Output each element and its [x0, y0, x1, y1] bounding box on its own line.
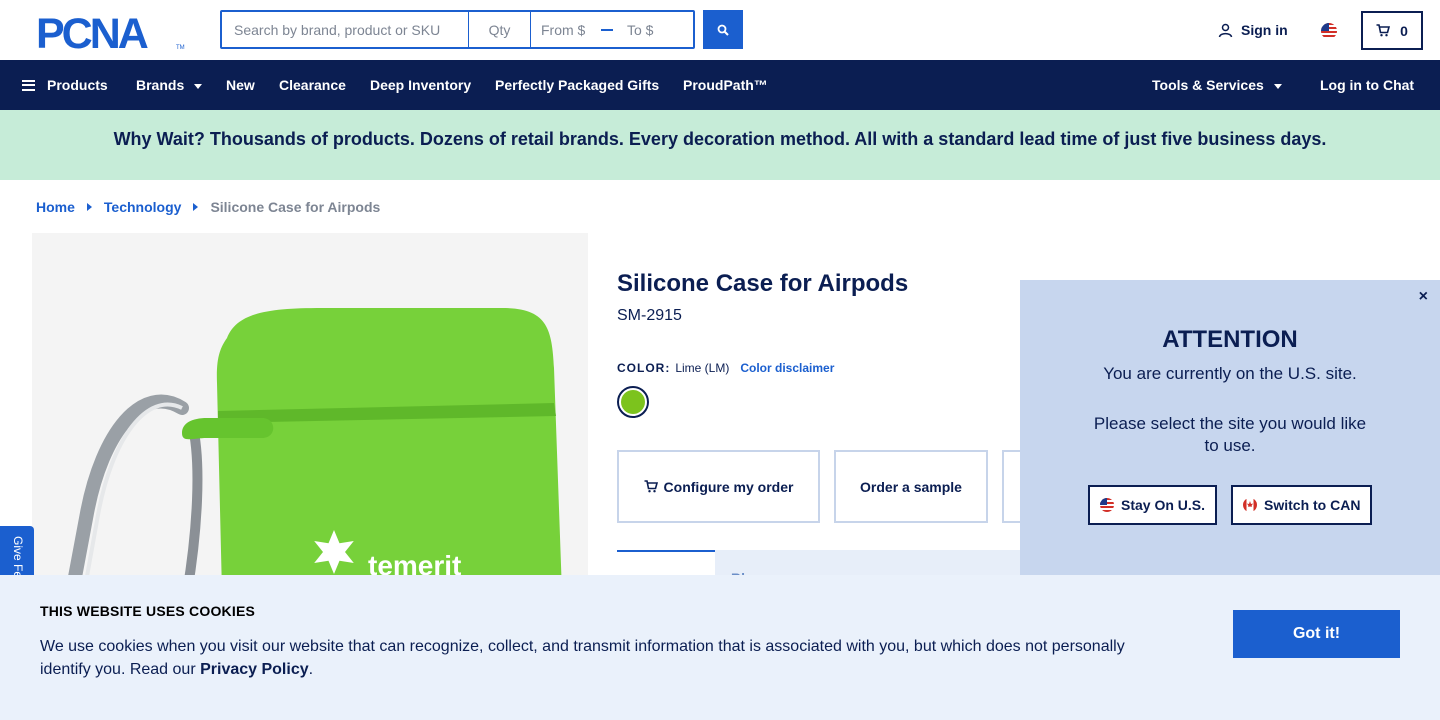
price-to-input[interactable] [627, 21, 683, 38]
breadcrumb-technology[interactable]: Technology [104, 199, 182, 215]
cart-count: 0 [1400, 22, 1408, 39]
color-value: Lime (LM) [675, 361, 730, 375]
breadcrumb-separator-icon [193, 203, 199, 211]
cart-icon [1376, 24, 1391, 37]
privacy-policy-link[interactable]: Privacy Policy [200, 661, 309, 678]
color-swatch-lime[interactable] [617, 386, 649, 418]
attention-message: You are currently on the U.S. site. [1103, 364, 1357, 383]
swatch-fill [621, 390, 645, 414]
canada-flag-icon [1243, 498, 1257, 512]
logo-text: PCNA [36, 11, 148, 51]
chevron-down-icon [1273, 84, 1282, 89]
cookie-text-end: . [308, 661, 314, 678]
hamburger-icon [22, 79, 35, 91]
site-select-popup: × ATTENTION You are currently on the U.S… [1020, 280, 1440, 580]
order-sample-button[interactable]: Order a sample [834, 450, 988, 523]
color-disclaimer-link[interactable]: Color disclaimer [740, 361, 834, 375]
us-flag-icon[interactable] [1321, 23, 1337, 39]
qty-input[interactable] [469, 12, 531, 47]
chevron-down-icon [194, 84, 203, 89]
switch-can-button[interactable]: Switch to CAN [1231, 485, 1373, 525]
promo-banner: Why Wait? Thousands of products. Dozens … [0, 110, 1440, 180]
switch-can-label: Switch to CAN [1264, 497, 1361, 513]
stay-us-button[interactable]: Stay On U.S. [1088, 485, 1218, 525]
us-flag-icon [1100, 498, 1114, 512]
breadcrumb-home[interactable]: Home [36, 199, 75, 215]
user-icon [1218, 23, 1233, 37]
pcna-logo[interactable]: PCNA TM [36, 11, 186, 51]
nav-brands-label: Brands [136, 77, 185, 93]
promo-text: Why Wait? Thousands of products. Dozens … [113, 129, 1327, 149]
price-from-input[interactable] [541, 21, 597, 38]
cookie-text: We use cookies when you visit our websit… [40, 635, 1150, 681]
svg-text:TM: TM [176, 45, 185, 51]
product-title: Silicone Case for Airpods [617, 270, 909, 297]
sign-in-link[interactable]: Sign in [1218, 22, 1288, 38]
search-bar [220, 10, 695, 49]
cart-icon [644, 480, 658, 493]
breadcrumb: Home Technology Silicone Case for Airpod… [36, 199, 380, 215]
order-sample-label: Order a sample [860, 478, 962, 495]
airpods-case-illustration: temerit [32, 233, 588, 593]
nav-products-label: Products [47, 77, 108, 93]
configure-order-button[interactable]: Configure my order [617, 450, 820, 523]
configure-order-label: Configure my order [663, 478, 794, 495]
attention-message-2: Please select the site you would like to… [1093, 414, 1367, 455]
nav-brands[interactable]: Brands [136, 60, 203, 110]
product-sku: SM-2915 [617, 307, 682, 324]
search-input[interactable] [222, 12, 469, 47]
nav-proudpath[interactable]: ProudPath™ [683, 60, 768, 110]
accept-cookies-button[interactable]: Got it! [1233, 610, 1400, 658]
nav-new[interactable]: New [226, 60, 255, 110]
color-label: COLOR: [617, 361, 671, 375]
nav-deep-inventory[interactable]: Deep Inventory [370, 60, 471, 110]
nav-products[interactable]: Products [22, 60, 108, 110]
breadcrumb-current: Silicone Case for Airpods [210, 199, 381, 215]
cookie-banner: THIS WEBSITE USES COOKIES We use cookies… [0, 575, 1440, 720]
nav-clearance[interactable]: Clearance [279, 60, 346, 110]
cart-button[interactable]: 0 [1361, 11, 1423, 50]
attention-title: ATTENTION [1162, 326, 1298, 353]
search-button[interactable] [703, 10, 743, 49]
search-icon [717, 24, 729, 36]
stay-us-label: Stay On U.S. [1121, 497, 1206, 513]
cookie-title: THIS WEBSITE USES COOKIES [40, 603, 256, 619]
nav-chat[interactable]: Log in to Chat [1320, 60, 1414, 110]
range-dash [601, 28, 613, 31]
close-icon[interactable]: × [1419, 288, 1428, 306]
price-range [531, 12, 693, 47]
color-row: COLOR: Lime (LM) Color disclaimer [617, 361, 834, 375]
nav-tools-label: Tools & Services [1152, 77, 1264, 93]
site-header: PCNA TM Sign in [0, 0, 1440, 60]
nav-gifts[interactable]: Perfectly Packaged Gifts [495, 60, 659, 110]
breadcrumb-separator-icon [86, 203, 92, 211]
feedback-label: Give Fe [11, 536, 25, 579]
nav-tools-services[interactable]: Tools & Services [1152, 60, 1282, 110]
main-nav: Products Brands New Clearance Deep Inven… [0, 60, 1440, 110]
sign-in-label: Sign in [1241, 22, 1288, 38]
product-image[interactable]: temerit [32, 233, 588, 593]
